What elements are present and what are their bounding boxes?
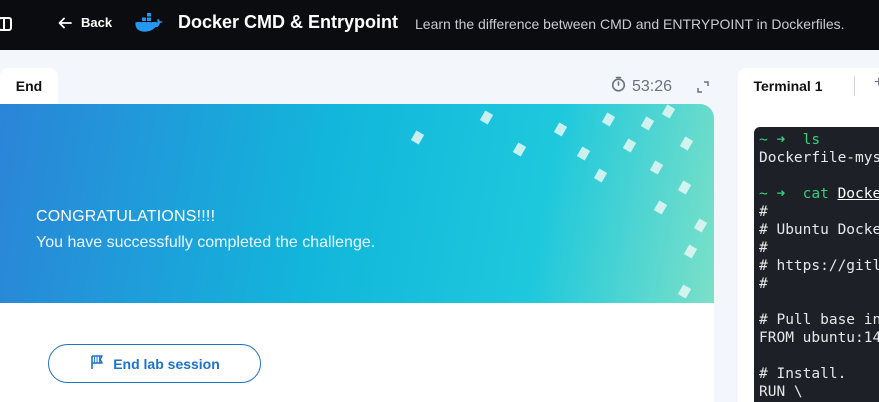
terminal-line: # [759, 204, 768, 220]
terminal-line: # [759, 276, 768, 292]
page-title: Docker CMD & Entrypoint [178, 12, 399, 32]
confetti-piece [512, 142, 527, 157]
confetti-piece [693, 218, 708, 233]
terminal-line: FROM ubuntu:14 [759, 330, 879, 346]
terminal-line: # Ubuntu Docke [759, 222, 879, 238]
back-button[interactable]: Back [58, 15, 112, 30]
confetti-piece [593, 168, 608, 183]
flag-icon [89, 354, 105, 373]
terminal-line: ~ ➜ ls [759, 132, 821, 148]
top-bar: Back Docker CMD & Entrypoint Learn the d… [0, 0, 879, 50]
terminal-line: Dockerfile-mys [759, 150, 879, 166]
docker-whale-icon [135, 12, 163, 36]
terminal-line: ~ ➜ cat Docke [759, 186, 879, 202]
expand-icon[interactable] [697, 80, 709, 93]
banner-message: You have successfully completed the chal… [36, 234, 376, 251]
sidebar-toggle-icon[interactable] [0, 17, 12, 31]
confetti-piece [661, 104, 676, 119]
terminal-line: # https://gitl [759, 258, 879, 274]
terminal-line: ​ [759, 167, 879, 185]
terminal-line: # [759, 240, 768, 256]
terminal-line: RUN \ [759, 384, 803, 400]
terminal-line: ​ [759, 347, 879, 365]
end-lab-session-button[interactable]: End lab session [48, 344, 261, 383]
terminal-line: ​ [759, 293, 879, 311]
congratulations-banner: CONGRATULATIONS!!!! You have successfull… [0, 104, 714, 303]
back-label: Back [81, 15, 113, 30]
confetti-piece [601, 112, 616, 127]
terminal-line: # Install. [759, 366, 847, 382]
end-lab-session-label: End lab session [113, 355, 220, 372]
confetti-piece [640, 116, 655, 131]
tab-end[interactable]: End [0, 68, 58, 104]
terminal-line: # Pull base in [759, 312, 879, 328]
stopwatch-icon [611, 76, 626, 97]
confetti-piece [677, 180, 692, 195]
confetti-piece [410, 130, 425, 145]
confetti-piece [677, 284, 692, 299]
confetti-piece [553, 122, 568, 137]
confetti-piece [576, 146, 591, 161]
confetti-piece [622, 138, 637, 153]
confetti-piece [649, 160, 664, 175]
confetti-piece [653, 200, 668, 215]
arrow-left-icon [58, 16, 72, 30]
tab-divider [854, 76, 855, 96]
page-subtitle: Learn the difference between CMD and ENT… [415, 16, 845, 32]
banner-title: CONGRATULATIONS!!!! [36, 208, 216, 225]
tab-terminal-1[interactable]: Terminal 1 [738, 68, 838, 104]
timer-value: 53:26 [632, 77, 673, 95]
timer: 53:26 [611, 76, 672, 97]
confetti-piece [679, 136, 694, 151]
terminal-output[interactable]: ~ ➜ lsDockerfile-mys​~ ➜ cat Docke## Ubu… [754, 127, 879, 402]
confetti-piece [683, 244, 698, 259]
add-tab-icon[interactable]: + [874, 74, 879, 92]
confetti-piece [479, 110, 494, 125]
